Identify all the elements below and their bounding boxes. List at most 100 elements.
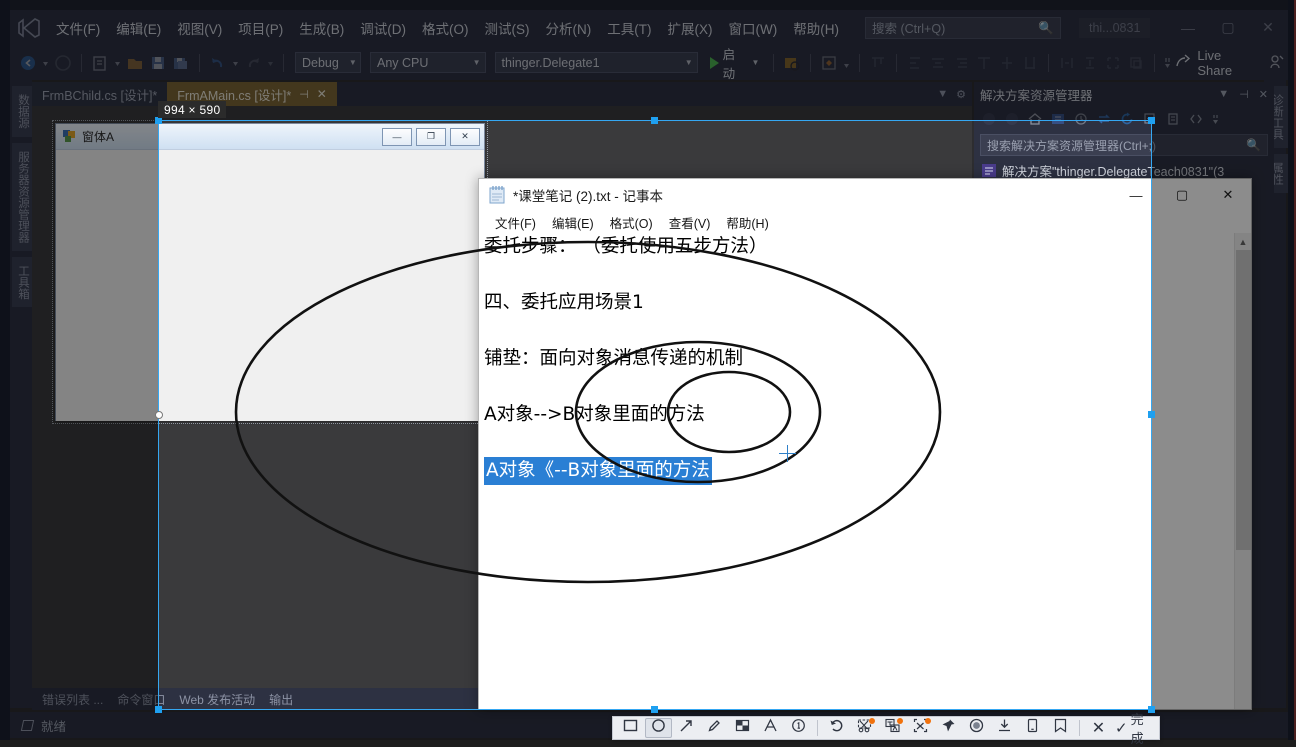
close-button[interactable]: ✕ [1248, 19, 1288, 36]
maximize-button[interactable]: ▢ [1208, 19, 1248, 36]
undo-icon[interactable] [208, 53, 228, 73]
menu-item-edit[interactable]: 编辑(E) [108, 14, 169, 42]
tab-list-chevron-icon[interactable]: ▼ [937, 88, 948, 100]
arrow-tool-button[interactable] [673, 718, 700, 738]
menu-item-tools[interactable]: 工具(T) [599, 14, 659, 42]
dock-tab-toolbox[interactable]: 工具箱 [12, 256, 34, 307]
open-file-icon[interactable] [125, 53, 145, 73]
collapse-all-icon[interactable] [1143, 112, 1157, 126]
notepad-menu-help[interactable]: 帮助(H) [718, 211, 776, 234]
menu-item-window[interactable]: 窗口(W) [721, 14, 786, 42]
document-tab-frmbchild[interactable]: FrmBChild.cs [设计]* [32, 82, 168, 106]
tab-settings-icon[interactable]: ⚙ [956, 88, 966, 101]
notepad-menu-file[interactable]: 文件(F) [487, 211, 544, 234]
navigate-back-icon[interactable] [18, 53, 38, 73]
designer-form-a[interactable]: 窗体A — ❐ ✕ [55, 123, 485, 421]
sync-icon[interactable] [1097, 112, 1111, 126]
notepad-close-button[interactable]: ✕ [1205, 179, 1251, 211]
ellipse-tool-button[interactable] [645, 718, 673, 738]
ocr-tool-button[interactable] [907, 718, 934, 738]
save-icon[interactable] [148, 53, 168, 73]
attach-process-icon[interactable] [782, 53, 802, 73]
notepad-scrollbar[interactable]: ▲ [1234, 233, 1251, 709]
close-tab-icon[interactable]: ✕ [317, 87, 327, 101]
cut-tool-button[interactable] [851, 718, 878, 738]
refresh-icon[interactable] [1120, 112, 1134, 126]
form-close-button[interactable]: ✕ [450, 127, 480, 146]
notepad-menu-edit[interactable]: 编辑(E) [544, 211, 602, 234]
undo-dropdown-icon[interactable] [231, 53, 240, 73]
notepad-maximize-button[interactable]: ▢ [1159, 179, 1205, 211]
build-configuration-combo[interactable]: Debug ▼ [295, 52, 361, 73]
properties-icon[interactable] [1166, 112, 1180, 126]
menu-item-format[interactable]: 格式(O) [414, 14, 477, 42]
menu-item-analyze[interactable]: 分析(N) [538, 14, 600, 42]
menu-item-test[interactable]: 测试(S) [477, 14, 538, 42]
notepad-window[interactable]: *课堂笔记 (2).txt - 记事本 — ▢ ✕ 文件(F) 编辑(E) 格式… [478, 178, 1252, 710]
rectangle-tool-button[interactable] [617, 718, 644, 738]
redo-icon [243, 53, 263, 73]
notepad-menu-format[interactable]: 格式(O) [602, 211, 661, 234]
solution-platform-combo[interactable]: Any CPU ▼ [370, 52, 486, 73]
account-chip[interactable]: thi...0831 [1078, 17, 1151, 38]
form-maximize-button[interactable]: ❐ [416, 127, 446, 146]
solution-explorer-overflow-icon[interactable] [1212, 112, 1220, 126]
show-all-files-icon[interactable] [1189, 112, 1203, 126]
solution-view-icon[interactable] [1051, 112, 1065, 126]
menu-item-help[interactable]: 帮助(H) [785, 14, 847, 42]
text-tool-button[interactable] [757, 718, 784, 738]
solution-explorer-search-input[interactable]: 搜索解决方案资源管理器(Ctrl+;) 🔍 [980, 134, 1268, 156]
panel-pin-icon[interactable]: ⊣ [1239, 88, 1249, 101]
hot-reload-dropdown-icon[interactable] [842, 53, 851, 73]
notepad-menu-view[interactable]: 查看(V) [661, 211, 719, 234]
navigate-back-dropdown-icon[interactable] [41, 53, 50, 73]
number-marker-tool-button[interactable] [785, 718, 812, 738]
menu-item-build[interactable]: 生成(B) [291, 14, 352, 42]
live-share-button[interactable]: Live Share [1175, 48, 1265, 78]
notepad-text-area[interactable]: 委托步骤： （委托使用五步方法） 四、委托应用场景1 铺垫：面向对象消息传递的机… [479, 233, 1251, 709]
menu-item-file[interactable]: 文件(F) [48, 14, 108, 42]
save-all-icon[interactable] [171, 53, 191, 73]
menu-item-extensions[interactable]: 扩展(X) [660, 14, 721, 42]
panel-menu-chevron-icon[interactable]: ▼ [1218, 88, 1229, 101]
designer-form-client-area[interactable] [56, 150, 484, 421]
hot-reload-icon[interactable] [819, 53, 839, 73]
bottom-tab-command-window[interactable]: 命令窗口 [117, 691, 165, 708]
menu-item-project[interactable]: 项目(P) [230, 14, 291, 42]
bottom-tab-web-publish[interactable]: Web 发布活动 [179, 691, 255, 708]
notepad-minimize-button[interactable]: — [1113, 179, 1159, 211]
new-project-dropdown-icon[interactable] [113, 53, 122, 73]
minimize-button[interactable]: — [1168, 20, 1208, 36]
confirm-capture-button[interactable]: ✓ 完成 [1113, 709, 1155, 747]
pin-tab-icon[interactable]: ⊣ [299, 88, 309, 101]
panel-close-icon[interactable]: ✕ [1259, 88, 1268, 101]
mosaic-tool-button[interactable] [729, 718, 756, 738]
form-minimize-button[interactable]: — [382, 127, 412, 146]
dock-tab-server-explorer[interactable]: 服务器资源管理器 [12, 142, 34, 251]
translate-tool-button[interactable] [879, 718, 906, 738]
bottom-tab-error-list[interactable]: 错误列表 ... [42, 691, 103, 708]
toolbar-overflow-icon[interactable] [1163, 53, 1172, 73]
ide-search-box[interactable]: 搜索 (Ctrl+Q) 🔍 [864, 16, 1061, 39]
menu-item-debug[interactable]: 调试(D) [352, 14, 414, 42]
bottom-tab-output[interactable]: 输出 [269, 691, 293, 708]
start-debug-dropdown-icon[interactable]: ▼ [751, 58, 759, 67]
download-tool-button[interactable] [991, 718, 1018, 738]
startup-project-combo[interactable]: thinger.Delegate1 ▼ [494, 52, 698, 73]
pending-changes-icon[interactable] [1074, 112, 1088, 126]
mobile-tool-button[interactable] [1019, 718, 1046, 738]
undo-tool-button[interactable] [823, 718, 850, 738]
pencil-tool-button[interactable] [701, 718, 728, 738]
start-debug-button[interactable]: 启动 ▼ [709, 44, 759, 82]
save-tool-button[interactable] [1047, 718, 1074, 738]
record-tool-button[interactable] [963, 718, 990, 738]
home-icon[interactable] [1028, 112, 1042, 126]
menu-item-view[interactable]: 视图(V) [169, 14, 230, 42]
new-project-icon[interactable] [90, 53, 110, 73]
feedback-icon[interactable] [1268, 53, 1288, 73]
dock-tab-data-sources[interactable]: 数据源 [12, 86, 34, 137]
scroll-up-arrow-icon[interactable]: ▲ [1235, 233, 1251, 250]
pin-tool-button[interactable] [935, 718, 962, 738]
scrollbar-thumb[interactable] [1236, 250, 1251, 550]
cancel-capture-button[interactable]: ✕ [1085, 718, 1112, 738]
